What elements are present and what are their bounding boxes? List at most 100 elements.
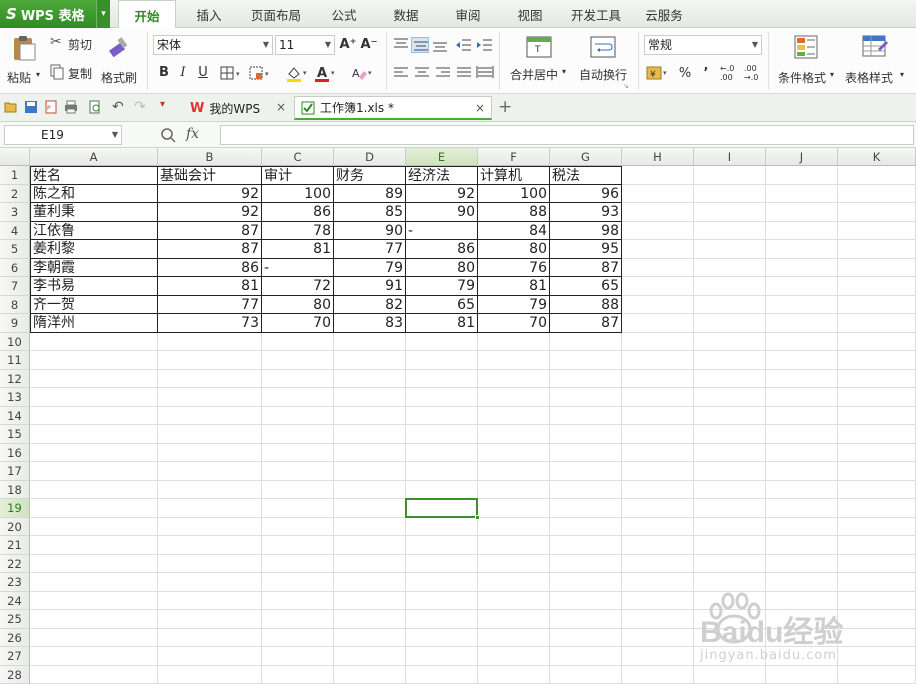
cell-A24[interactable] (30, 591, 158, 610)
cell-I17[interactable] (694, 462, 766, 481)
cell-H19[interactable] (622, 499, 694, 518)
cell-J20[interactable] (766, 517, 838, 536)
column-header[interactable]: J (766, 148, 838, 166)
column-header[interactable]: F (478, 148, 550, 166)
cell-J28[interactable] (766, 665, 838, 684)
cell-I16[interactable] (694, 443, 766, 462)
cell-K17[interactable] (838, 462, 916, 481)
cell-E18[interactable] (406, 480, 478, 499)
cell-J22[interactable] (766, 554, 838, 573)
cell-H26[interactable] (622, 628, 694, 647)
cell-C6[interactable]: - (262, 258, 334, 277)
cell-C19[interactable] (262, 499, 334, 518)
cell-H13[interactable] (622, 388, 694, 407)
cell-D10[interactable] (334, 332, 406, 351)
cell-E17[interactable] (406, 462, 478, 481)
decrease-indent-icon[interactable] (455, 37, 473, 53)
cell-J18[interactable] (766, 480, 838, 499)
border-icon[interactable]: ▾ (220, 66, 244, 82)
cell-J21[interactable] (766, 536, 838, 555)
cell-F23[interactable] (478, 573, 550, 592)
cell-K7[interactable] (838, 277, 916, 296)
cell-C13[interactable] (262, 388, 334, 407)
close-icon[interactable]: × (276, 100, 286, 114)
row-header[interactable]: 23 (0, 573, 30, 592)
underline-button[interactable]: U (194, 64, 212, 82)
cell-A13[interactable] (30, 388, 158, 407)
cell-J8[interactable] (766, 295, 838, 314)
cell-E4[interactable]: - (406, 221, 478, 240)
cell-F9[interactable]: 70 (478, 314, 550, 333)
cell-I6[interactable] (694, 258, 766, 277)
fill-pattern-icon[interactable]: ▾ (249, 66, 275, 82)
cell-H5[interactable] (622, 240, 694, 259)
cell-I26[interactable] (694, 628, 766, 647)
cell-G24[interactable] (550, 591, 622, 610)
cell-C8[interactable]: 80 (262, 295, 334, 314)
cell-E3[interactable]: 90 (406, 203, 478, 222)
cell-G22[interactable] (550, 554, 622, 573)
cell-A5[interactable]: 姜利黎 (30, 240, 158, 259)
cell-A16[interactable] (30, 443, 158, 462)
undo-icon[interactable]: ↶ (112, 99, 124, 115)
cell-G3[interactable]: 93 (550, 203, 622, 222)
cell-D20[interactable] (334, 517, 406, 536)
cell-H23[interactable] (622, 573, 694, 592)
tab-formulas[interactable]: 公式 (320, 0, 368, 28)
cell-F3[interactable]: 88 (478, 203, 550, 222)
cell-J9[interactable] (766, 314, 838, 333)
cell-D14[interactable] (334, 406, 406, 425)
cell-G25[interactable] (550, 610, 622, 629)
row-header[interactable]: 17 (0, 462, 30, 481)
cell-F4[interactable]: 84 (478, 221, 550, 240)
fill-handle[interactable] (475, 514, 480, 520)
font-color-icon[interactable]: A ▾ (314, 65, 340, 83)
cell-H24[interactable] (622, 591, 694, 610)
row-header[interactable]: 16 (0, 443, 30, 462)
cell-B24[interactable] (158, 591, 262, 610)
cell-D26[interactable] (334, 628, 406, 647)
cell-H4[interactable] (622, 221, 694, 240)
table-style-button[interactable]: 表格样式 ▾ (842, 32, 910, 90)
cell-I15[interactable] (694, 425, 766, 444)
number-format-select[interactable]: 常规 ▼ (644, 35, 762, 55)
cell-D8[interactable]: 82 (334, 295, 406, 314)
cell-I20[interactable] (694, 517, 766, 536)
italic-button[interactable]: I (174, 64, 192, 82)
cell-D15[interactable] (334, 425, 406, 444)
cell-H14[interactable] (622, 406, 694, 425)
cell-A26[interactable] (30, 628, 158, 647)
cell-G11[interactable] (550, 351, 622, 370)
customize-toolbar-icon[interactable]: ▾ (160, 99, 165, 110)
tab-insert[interactable]: 插入 (184, 0, 234, 28)
cell-A28[interactable] (30, 665, 158, 684)
cell-A22[interactable] (30, 554, 158, 573)
cell-H27[interactable] (622, 647, 694, 666)
format-painter-button[interactable]: 格式刷 (100, 32, 140, 90)
row-header[interactable]: 2 (0, 184, 30, 203)
cell-G2[interactable]: 96 (550, 184, 622, 203)
cell-K24[interactable] (838, 591, 916, 610)
fill-color-icon[interactable]: ▾ (286, 65, 312, 83)
cell-A1[interactable]: 姓名 (30, 166, 158, 185)
align-middle-icon[interactable] (411, 37, 429, 53)
cell-A20[interactable] (30, 517, 158, 536)
cell-I11[interactable] (694, 351, 766, 370)
cell-G28[interactable] (550, 665, 622, 684)
cell-E21[interactable] (406, 536, 478, 555)
new-tab-icon[interactable]: + (498, 97, 512, 117)
cell-C21[interactable] (262, 536, 334, 555)
cell-F16[interactable] (478, 443, 550, 462)
cell-I5[interactable] (694, 240, 766, 259)
increase-font-icon[interactable]: A⁺ (339, 36, 357, 54)
cell-E11[interactable] (406, 351, 478, 370)
cell-I10[interactable] (694, 332, 766, 351)
cell-I2[interactable] (694, 184, 766, 203)
cell-G26[interactable] (550, 628, 622, 647)
cell-G10[interactable] (550, 332, 622, 351)
cell-J12[interactable] (766, 369, 838, 388)
cell-J15[interactable] (766, 425, 838, 444)
select-all-corner[interactable] (0, 148, 30, 166)
row-header[interactable]: 13 (0, 388, 30, 407)
cell-D16[interactable] (334, 443, 406, 462)
